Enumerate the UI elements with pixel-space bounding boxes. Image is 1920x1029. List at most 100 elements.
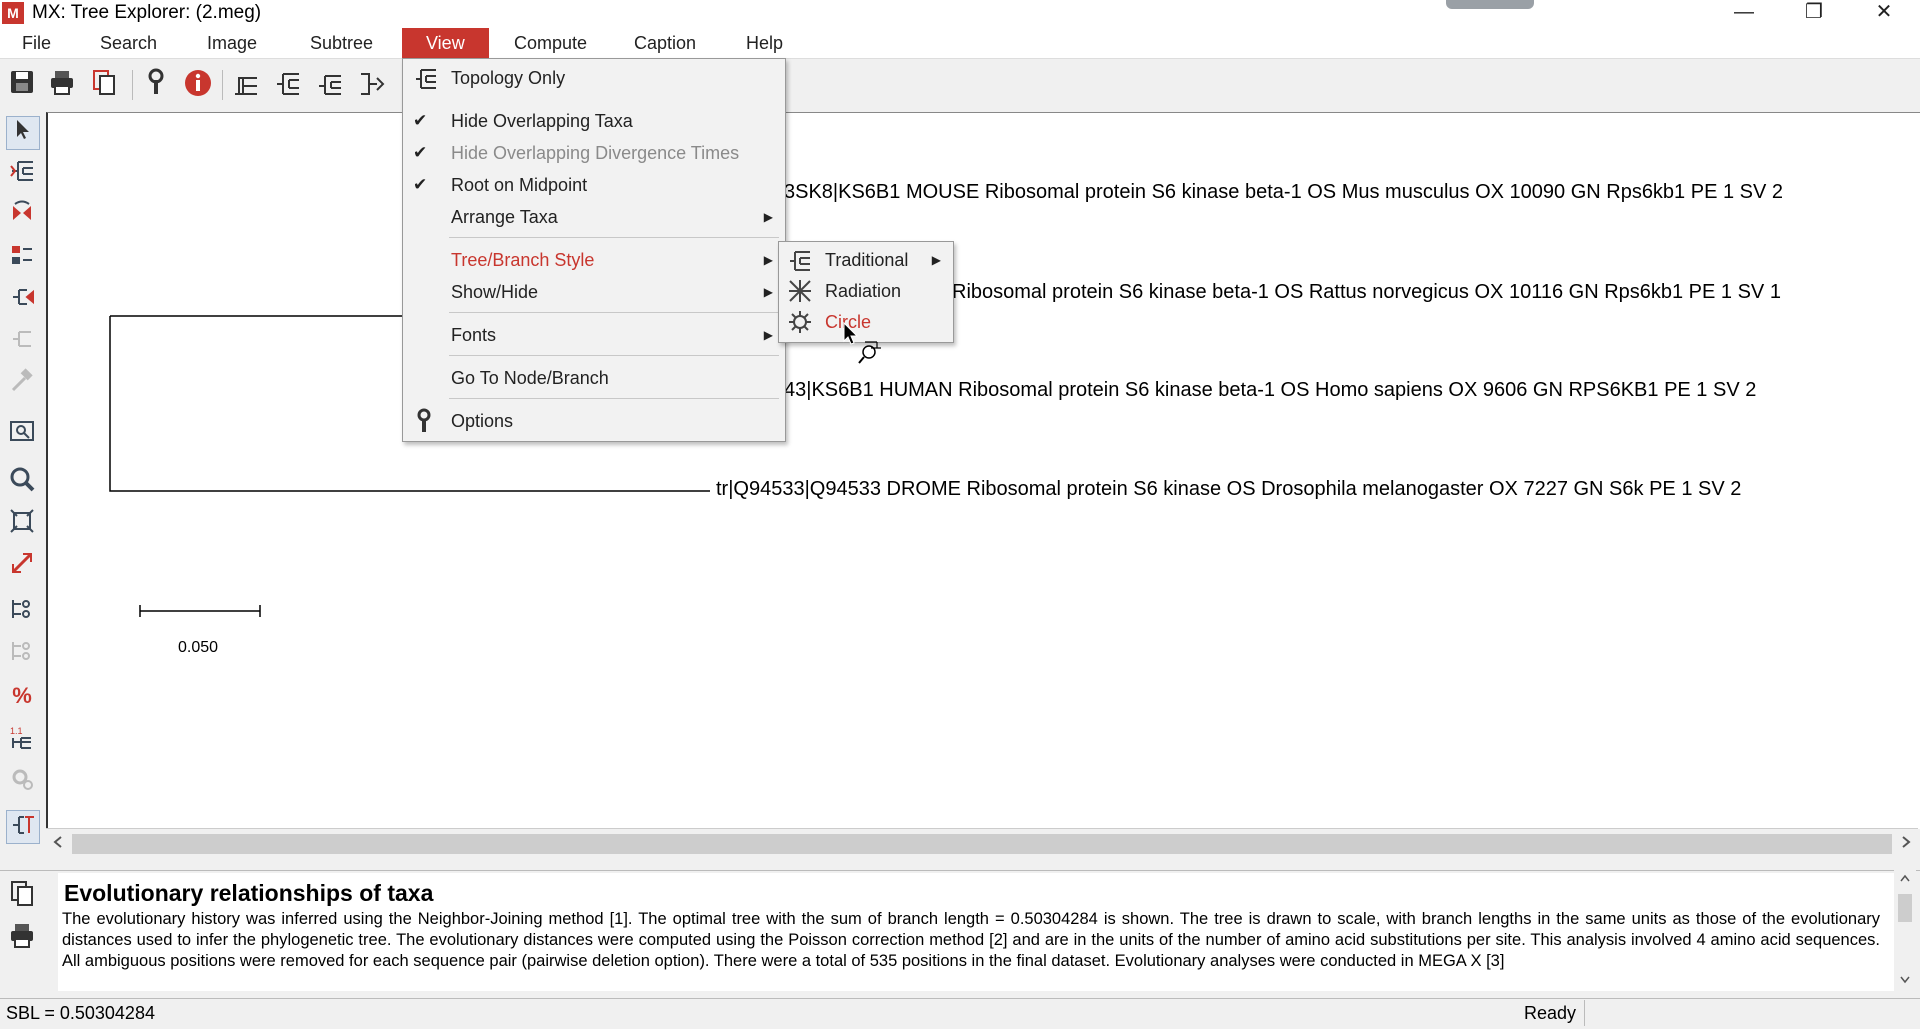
horizontal-scrollbar[interactable]	[46, 828, 1918, 859]
scroll-up-icon[interactable]	[1900, 874, 1910, 882]
left-toolstrip: % 1.1	[0, 112, 44, 854]
submenu-item-radiation[interactable]: Radiation	[779, 276, 953, 307]
branch-info-disabled-icon	[6, 638, 38, 670]
branch-info-icon[interactable]	[6, 596, 38, 628]
menu-item-go-to-node-branch[interactable]: Go To Node/Branch	[403, 363, 785, 393]
window-title: MX: Tree Explorer: (2.meg)	[32, 2, 262, 23]
taxon-label-human[interactable]: 43|KS6B1 HUMAN Ribosomal protein S6 kina…	[784, 379, 1756, 402]
checkmark-icon: ✔	[413, 175, 428, 194]
topology-icon[interactable]	[6, 810, 40, 844]
menu-item-tree-branch-style[interactable]: Tree/Branch Style ▶	[403, 245, 785, 275]
submenu-arrow-icon: ▶	[931, 253, 941, 267]
menu-compute[interactable]: Compute	[502, 28, 599, 58]
menu-separator	[449, 355, 779, 356]
toolbar-separator	[222, 70, 223, 100]
caption-body: The evolutionary history was inferred us…	[62, 910, 1880, 970]
menu-item-fonts[interactable]: Fonts ▶	[403, 320, 785, 350]
settings-disabled-icon	[6, 766, 38, 798]
menu-item-show-hide[interactable]: Show/Hide ▶	[403, 277, 785, 307]
menu-caption[interactable]: Caption	[622, 28, 708, 58]
copy-icon[interactable]	[88, 68, 120, 100]
print-icon[interactable]	[46, 68, 78, 100]
menu-item-hide-overlapping-taxa[interactable]: ✔ Hide Overlapping Taxa	[403, 106, 785, 136]
checkmark-icon: ✔	[413, 143, 428, 162]
scale-icon[interactable]: 1.1	[6, 724, 38, 756]
tree-canvas[interactable]: 3SK8|KS6B1 MOUSE Ribosomal protein S6 ki…	[46, 112, 1920, 829]
menu-item-hide-overlapping-divergence-times[interactable]: ✔ Hide Overlapping Divergence Times	[403, 138, 785, 168]
caption-title: Evolutionary relationships of taxa	[64, 880, 434, 906]
hammer-icon	[6, 368, 38, 400]
tree-style-2-icon[interactable]	[272, 68, 304, 100]
submenu-arrow-icon: ▶	[763, 210, 773, 224]
scroll-left-icon[interactable]	[48, 831, 68, 857]
percent-icon[interactable]: %	[6, 680, 38, 712]
disabled-icon	[6, 326, 38, 358]
info-icon[interactable]	[182, 68, 214, 100]
submenu-arrow-icon: ▶	[763, 253, 773, 267]
menu-item-options[interactable]: Options	[403, 406, 785, 436]
taxon-label-drome[interactable]: tr|Q94533|Q94533 DROME Ribosomal protein…	[716, 478, 1741, 501]
menu-item-topology-only[interactable]: Topology Only	[403, 63, 785, 93]
status-sbl: SBL = 0.50304284	[6, 1003, 155, 1023]
scroll-down-icon[interactable]	[1900, 976, 1910, 984]
restore-button[interactable]: ❐	[1786, 0, 1842, 26]
wrench-icon	[413, 406, 441, 442]
tree-style-4-icon[interactable]	[356, 68, 388, 100]
menu-item-root-on-midpoint[interactable]: ✔ Root on Midpoint	[403, 170, 785, 200]
scale-bar-label: 0.050	[178, 639, 219, 656]
menu-file[interactable]: File	[10, 28, 63, 58]
menu-item-arrange-taxa[interactable]: Arrange Taxa ▶	[403, 202, 785, 232]
menu-separator	[449, 398, 779, 399]
app-icon: M	[2, 2, 24, 24]
zoom-icon[interactable]	[6, 466, 38, 498]
submenu-item-traditional[interactable]: Traditional ▶	[779, 245, 953, 276]
fit-icon[interactable]	[6, 508, 38, 540]
top-pill-decoration	[1446, 0, 1534, 9]
caption-scroll-thumb[interactable]	[1898, 894, 1912, 922]
wrench-icon[interactable]	[140, 68, 172, 100]
view-menu-dropdown: Topology Only ✔ Hide Overlapping Taxa ✔ …	[402, 58, 786, 442]
pointer-icon[interactable]	[6, 116, 40, 150]
menu-subtree[interactable]: Subtree	[298, 28, 385, 58]
tree-icon	[413, 63, 441, 99]
tree-style-3-icon[interactable]	[314, 68, 346, 100]
search-box-icon[interactable]	[6, 418, 38, 450]
title-bar: M MX: Tree Explorer: (2.meg) — ❐ ✕	[0, 0, 1920, 28]
status-ready: Ready	[1524, 1003, 1577, 1023]
resize-icon[interactable]	[6, 550, 38, 582]
caption-panel: Evolutionary relationships of taxa The e…	[0, 870, 1920, 993]
subtree-icon[interactable]	[6, 158, 38, 190]
mouse-cursor-icon	[843, 322, 881, 364]
submenu-arrow-icon: ▶	[763, 285, 773, 299]
taxon-label-rat[interactable]: Ribosomal protein S6 kinase beta-1 OS Ra…	[952, 281, 1781, 304]
submenu-arrow-icon: ▶	[763, 328, 773, 342]
close-button[interactable]: ✕	[1856, 0, 1912, 26]
toolbar	[0, 60, 1920, 110]
menu-separator	[449, 312, 779, 313]
status-bar: SBL = 0.50304284 Ready	[0, 998, 1920, 1029]
caption-copy-icon[interactable]	[8, 879, 38, 909]
scroll-right-icon[interactable]	[1896, 831, 1916, 857]
caption-print-icon[interactable]	[8, 921, 38, 951]
menu-separator	[449, 237, 779, 238]
toolbar-separator	[132, 70, 133, 100]
caption-vertical-scrollbar[interactable]	[1894, 870, 1916, 992]
scrollbar-thumb[interactable]	[72, 834, 1892, 854]
circle-tree-icon	[787, 307, 815, 343]
svg-text:1.1: 1.1	[10, 726, 23, 736]
menu-search[interactable]: Search	[88, 28, 169, 58]
caption-text-area[interactable]: Evolutionary relationships of taxa The e…	[58, 873, 1906, 991]
minimize-button[interactable]: —	[1716, 0, 1772, 26]
flip-icon[interactable]	[6, 200, 38, 232]
menu-image[interactable]: Image	[195, 28, 269, 58]
status-panel	[1584, 1000, 1919, 1026]
tree-style-1-icon[interactable]	[230, 68, 262, 100]
save-icon[interactable]	[6, 68, 38, 100]
compress-icon[interactable]	[6, 284, 38, 316]
menu-view[interactable]: View	[402, 28, 489, 58]
menu-help[interactable]: Help	[734, 28, 795, 58]
swap-icon[interactable]	[6, 242, 38, 274]
taxon-label-mouse[interactable]: 3SK8|KS6B1 MOUSE Ribosomal protein S6 ki…	[784, 181, 1783, 204]
menu-bar: File Search Image Subtree View Compute C…	[0, 28, 1920, 59]
checkmark-icon: ✔	[413, 111, 428, 130]
